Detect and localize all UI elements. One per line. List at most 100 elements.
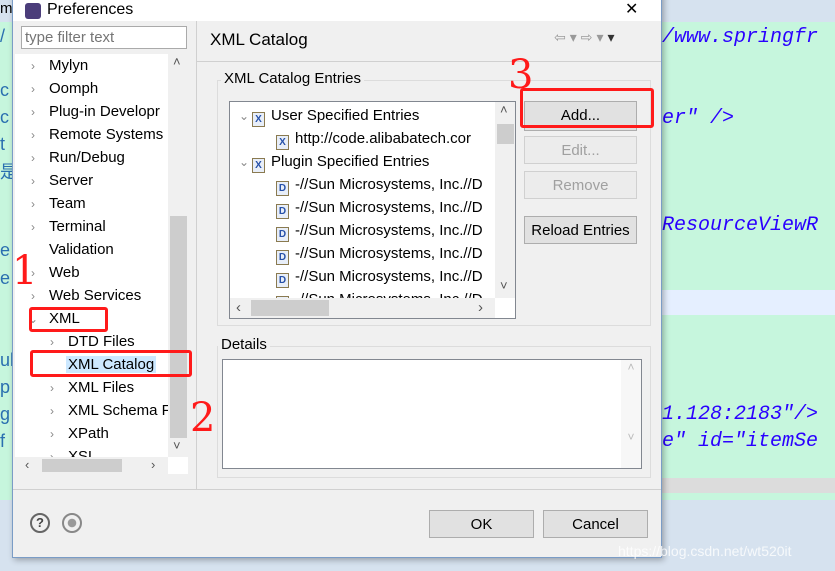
details-group: Details ˄ ˅: [217, 336, 651, 478]
tree-item-label: Mylyn: [49, 57, 89, 74]
chevron-right-icon[interactable]: ›: [25, 216, 41, 239]
editor-line: e" id="itemSe: [662, 430, 819, 453]
scroll-thumb[interactable]: [251, 300, 329, 316]
chevron-right-icon[interactable]: ›: [44, 377, 60, 400]
scroll-right-icon[interactable]: ›: [478, 299, 483, 316]
tree-item[interactable]: › Run/Debug: [25, 146, 127, 169]
catalog-entry[interactable]: D -//Sun Microsystems, Inc.//D: [276, 242, 483, 265]
catalog-entry[interactable]: D -//Sun Microsystems, Inc.//D: [276, 196, 483, 219]
chevron-down-icon[interactable]: ⌄: [236, 105, 252, 128]
chevron-right-icon[interactable]: ›: [25, 124, 41, 147]
tree-item[interactable]: › Plug-in Developr: [25, 100, 162, 123]
chevron-right-icon[interactable]: ›: [44, 423, 60, 446]
preference-page: XML Catalog ⇦▾⇨▾▾ XML Catalog Entries ⌄ X…: [197, 13, 661, 489]
editor-text-fragment: f: [0, 431, 6, 451]
catalog-entry-label: -//Sun Microsystems, Inc.//D: [295, 268, 483, 285]
tree-item-label: XML Schema F: [68, 402, 171, 419]
details-vscrollbar[interactable]: ˄ ˅: [621, 360, 641, 468]
history-nav[interactable]: ⇦▾⇨▾▾: [554, 29, 619, 46]
help-icon[interactable]: ?: [30, 513, 50, 533]
scroll-up-icon[interactable]: ˄: [173, 54, 181, 69]
chevron-right-icon[interactable]: ›: [25, 101, 41, 124]
tree-item-label: Team: [49, 195, 86, 212]
editor-line: er" />: [662, 107, 735, 130]
tree-item-label: Terminal: [49, 218, 106, 235]
reload-entries-button[interactable]: Reload Entries: [524, 216, 637, 244]
tree-item[interactable]: › XML Schema F: [44, 399, 173, 422]
tree-item-label: Web Services: [49, 287, 142, 304]
editor-text-fragment: e: [0, 268, 11, 288]
tree-item-label: Validation: [49, 241, 114, 258]
highlight-add: [520, 88, 654, 128]
catalog-entry[interactable]: D -//Sun Microsystems, Inc.//D: [276, 173, 483, 196]
chevron-right-icon[interactable]: ›: [25, 78, 41, 101]
catalog-entry[interactable]: ⌄ X Plugin Specified Entries: [236, 150, 429, 173]
chevron-right-icon[interactable]: ›: [25, 170, 41, 193]
catalog-entries-tree: ⌄ X User Specified Entries Xhttp://code.ali…: [229, 101, 516, 319]
entries-hscrollbar[interactable]: ‹ ›: [230, 298, 495, 318]
tree-item[interactable]: › Terminal: [25, 215, 108, 238]
details-text[interactable]: ˄ ˅: [222, 359, 642, 469]
editor-text-fragment: e: [0, 240, 11, 260]
ok-button[interactable]: OK: [429, 510, 534, 538]
scroll-down-icon[interactable]: ˅: [173, 438, 181, 453]
chevron-right-icon[interactable]: ›: [25, 193, 41, 216]
group-label: Details: [218, 336, 270, 353]
catalog-entry[interactable]: D -//Sun Microsystems, Inc.//D: [276, 219, 483, 242]
scroll-thumb[interactable]: [497, 124, 514, 144]
scroll-down-icon[interactable]: ˅: [500, 278, 508, 293]
dtd-file-icon: D: [276, 227, 289, 242]
entries-vscrollbar[interactable]: ˄ ˅: [495, 102, 515, 298]
scroll-thumb[interactable]: [170, 216, 187, 438]
tree-item[interactable]: › XML Files: [44, 376, 136, 399]
tree-item-label: Server: [49, 172, 94, 189]
remove-button[interactable]: Remove: [524, 171, 637, 199]
dtd-file-icon: D: [276, 181, 289, 196]
scroll-left-icon[interactable]: ‹: [25, 457, 29, 472]
catalog-icon: X: [252, 112, 265, 127]
edit-button[interactable]: Edit...: [524, 136, 637, 164]
editor-line: /www.springfr: [662, 26, 819, 49]
catalog-entry[interactable]: ⌄ X User Specified Entries: [236, 104, 419, 127]
cancel-button[interactable]: Cancel: [543, 510, 648, 538]
highlight-xml: [29, 307, 108, 332]
catalog-entry-label: User Specified Entries: [271, 107, 420, 124]
filter-input[interactable]: [21, 26, 187, 49]
tree-hscrollbar[interactable]: ‹ ›: [15, 457, 168, 474]
scroll-up-icon[interactable]: ˄: [500, 102, 508, 117]
tree-item[interactable]: › Server: [25, 169, 95, 192]
editor-text-fragment: g: [0, 404, 11, 424]
eclipse-gear-icon: [25, 3, 41, 19]
editor-line: 1.128:2183"/>: [662, 403, 819, 426]
scroll-left-icon[interactable]: ‹: [236, 299, 241, 316]
catalog-entry-label: http://code.alibabatech.cor: [295, 130, 471, 147]
editor-text-fragment: p: [0, 377, 11, 397]
chevron-right-icon[interactable]: ›: [25, 147, 41, 170]
annotation-step-2: 2: [190, 395, 216, 441]
tree-item[interactable]: › Mylyn: [25, 54, 90, 77]
xml-file-icon: X: [276, 135, 289, 150]
catalog-entry[interactable]: D -//Sun Microsystems, Inc.//D: [276, 265, 483, 288]
scroll-right-icon[interactable]: ›: [151, 457, 155, 472]
import-export-icon[interactable]: [62, 513, 82, 533]
group-label: XML Catalog Entries: [221, 70, 365, 87]
watermark: https://blog.csdn.net/wt520it: [618, 543, 792, 559]
tree-item[interactable]: Validation: [25, 238, 116, 261]
tree-vscrollbar[interactable]: ˄ ˅: [168, 54, 188, 457]
editor-text-fragment: c: [0, 107, 9, 127]
tree-item[interactable]: › XPath: [44, 422, 111, 445]
tree-item[interactable]: › Web Services: [25, 284, 143, 307]
scroll-thumb[interactable]: [42, 459, 122, 472]
chevron-down-icon[interactable]: ⌄: [236, 151, 252, 174]
catalog-entry[interactable]: Xhttp://code.alibabatech.cor: [276, 127, 471, 150]
editor-hscrollbar[interactable]: [662, 478, 835, 493]
chevron-right-icon[interactable]: ›: [25, 55, 41, 78]
tree-item[interactable]: › Team: [25, 192, 88, 215]
tree-item[interactable]: › Remote Systems: [25, 123, 165, 146]
editor-text-fragment: /: [0, 26, 6, 46]
tree-item[interactable]: › Oomph: [25, 77, 100, 100]
chevron-right-icon[interactable]: ›: [44, 400, 60, 423]
catalog-entry-label: -//Sun Microsystems, Inc.//D: [295, 176, 483, 193]
editor-current-line: [662, 290, 835, 315]
highlight-xml-catalog: [30, 350, 192, 377]
